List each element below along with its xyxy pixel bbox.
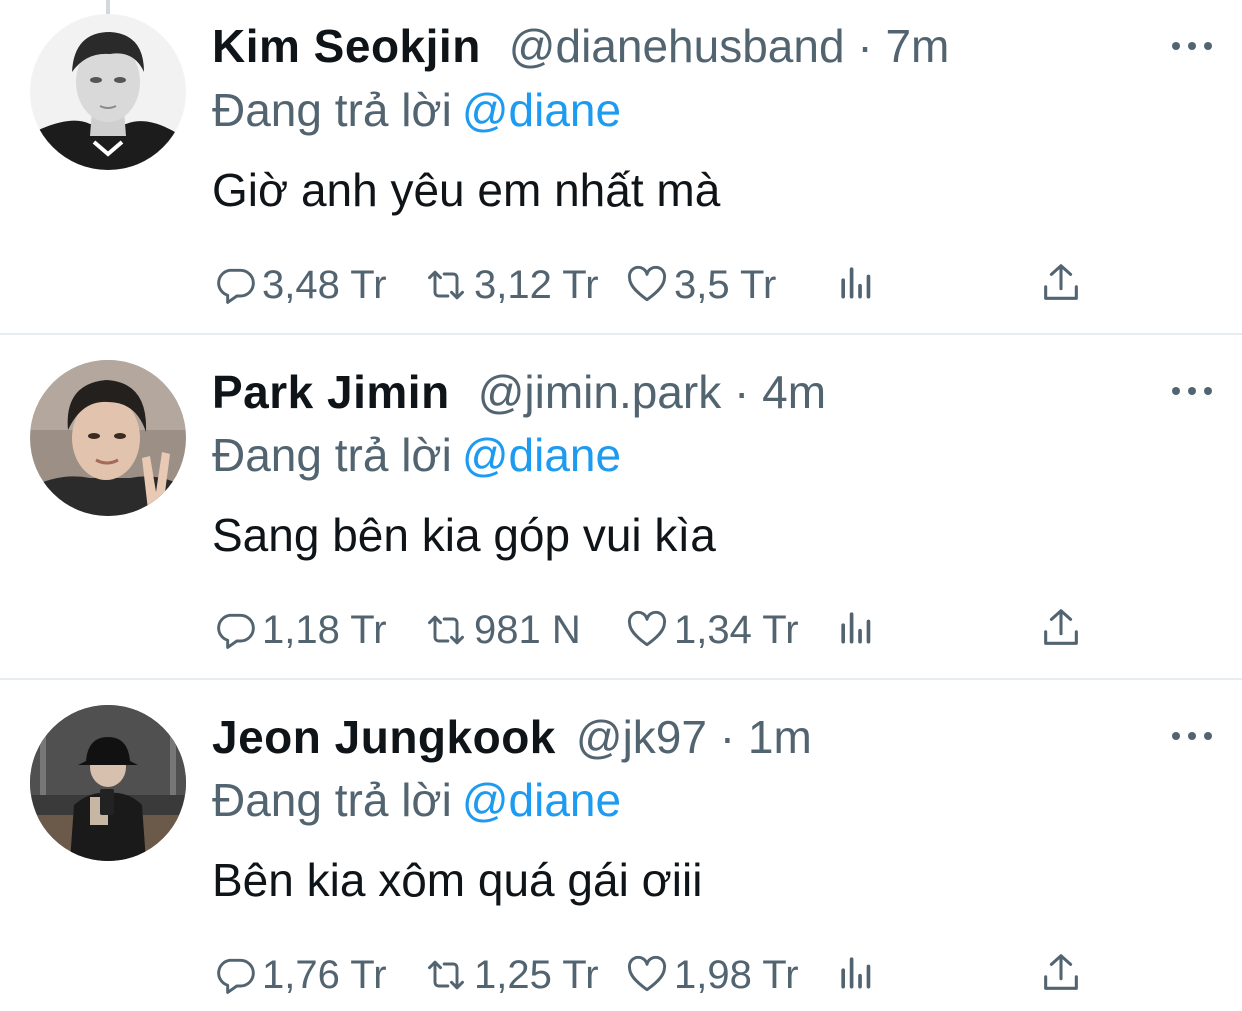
display-name[interactable]: Kim Seokjin: [212, 20, 481, 72]
reply-count: 3,48 Tr: [262, 263, 387, 307]
timestamp[interactable]: 4m: [762, 366, 826, 418]
like-count: 3,5 Tr: [674, 263, 777, 307]
more-icon[interactable]: [1172, 385, 1212, 397]
retweet-icon: [428, 615, 464, 645]
separator-dot: ·: [719, 711, 736, 763]
separator-dot: ·: [734, 366, 750, 418]
timestamp[interactable]: 1m: [748, 711, 812, 763]
display-name[interactable]: Jeon Jungkook: [212, 711, 556, 763]
reply-prefix: Đang trả lời: [212, 84, 452, 136]
reply-icon: [217, 958, 255, 994]
share-icon: [1044, 954, 1078, 990]
share-icon: [1044, 609, 1078, 645]
retweet-button[interactable]: 1,25 Tr: [422, 950, 599, 1000]
share-icon: [1044, 264, 1078, 300]
timestamp[interactable]: 7m: [885, 20, 949, 72]
user-handle[interactable]: @jk97: [576, 711, 707, 763]
retweet-button[interactable]: 981 N: [422, 605, 581, 655]
like-count: 1,34 Tr: [674, 608, 799, 652]
retweet-count: 981 N: [474, 608, 581, 652]
share-button[interactable]: [1038, 260, 1084, 306]
avatar[interactable]: [30, 360, 186, 516]
reply-prefix: Đang trả lời: [212, 774, 452, 826]
action-bar: 3,48 Tr 3,12 Tr 3,5 Tr: [212, 260, 1092, 310]
analytics-button[interactable]: [834, 260, 878, 304]
mention-link[interactable]: @diane: [462, 774, 621, 826]
more-icon[interactable]: [1172, 40, 1212, 52]
retweet-icon: [428, 270, 464, 300]
reply-icon: [217, 613, 255, 649]
like-button[interactable]: 1,98 Tr: [624, 950, 799, 1000]
heart-icon: [627, 955, 667, 992]
tweet-text: Giờ anh yêu em nhất mà: [212, 164, 721, 216]
more-icon[interactable]: [1172, 730, 1212, 742]
retweet-count: 3,12 Tr: [474, 263, 599, 307]
analytics-button[interactable]: [834, 605, 878, 649]
share-button[interactable]: [1038, 950, 1084, 996]
analytics-icon: [841, 957, 871, 989]
separator-dot: ·: [857, 20, 873, 72]
avatar[interactable]: [30, 14, 186, 170]
reply-button[interactable]: 3,48 Tr: [212, 260, 387, 310]
tweet-text: Bên kia xôm quá gái ơiii: [212, 854, 703, 906]
reply-prefix: Đang trả lời: [212, 429, 452, 481]
analytics-icon: [841, 267, 871, 299]
retweet-button[interactable]: 3,12 Tr: [422, 260, 599, 310]
reply-icon: [217, 268, 255, 304]
heart-icon: [627, 610, 667, 647]
tweet[interactable]: Park Jimin @jimin.park · 4m Đang trả lời @…: [0, 335, 1242, 680]
like-button[interactable]: 3,5 Tr: [624, 260, 776, 310]
user-handle[interactable]: @dianehusband: [509, 20, 845, 72]
avatar[interactable]: [30, 705, 186, 861]
tweet[interactable]: Kim Seokjin @dianehusband · 7m Đang trả l…: [0, 0, 1242, 335]
action-bar: 1,76 Tr 1,25 Tr 1,98 Tr: [212, 950, 1092, 1000]
tweet-header: Kim Seokjin @dianehusband · 7m: [212, 16, 949, 76]
replying-to: Đang trả lời @diane: [212, 80, 621, 140]
display-name[interactable]: Park Jimin: [212, 366, 450, 418]
reply-count: 1,18 Tr: [262, 608, 387, 652]
tweet-header: Park Jimin @jimin.park · 4m: [212, 362, 826, 422]
replying-to: Đang trả lời @diane: [212, 425, 621, 485]
tweet-text: Sang bên kia góp vui kìa: [212, 509, 716, 561]
analytics-icon: [841, 612, 871, 644]
share-button[interactable]: [1038, 605, 1084, 651]
tweet-header: Jeon Jungkook @jk97 · 1m: [212, 707, 812, 767]
like-button[interactable]: 1,34 Tr: [624, 605, 799, 655]
action-bar: 1,18 Tr 981 N 1,34 Tr: [212, 605, 1092, 655]
user-handle[interactable]: @jimin.park: [478, 366, 722, 418]
analytics-button[interactable]: [834, 950, 878, 994]
reply-button[interactable]: 1,76 Tr: [212, 950, 387, 1000]
like-count: 1,98 Tr: [674, 953, 799, 997]
mention-link[interactable]: @diane: [462, 429, 621, 481]
tweet[interactable]: Jeon Jungkook @jk97 · 1m Đang trả lời @dia…: [0, 680, 1242, 1011]
heart-icon: [627, 265, 667, 302]
retweet-icon: [428, 960, 464, 990]
reply-count: 1,76 Tr: [262, 953, 387, 997]
retweet-count: 1,25 Tr: [474, 953, 599, 997]
replying-to: Đang trả lời @diane: [212, 770, 621, 830]
mention-link[interactable]: @diane: [462, 84, 621, 136]
reply-button[interactable]: 1,18 Tr: [212, 605, 387, 655]
